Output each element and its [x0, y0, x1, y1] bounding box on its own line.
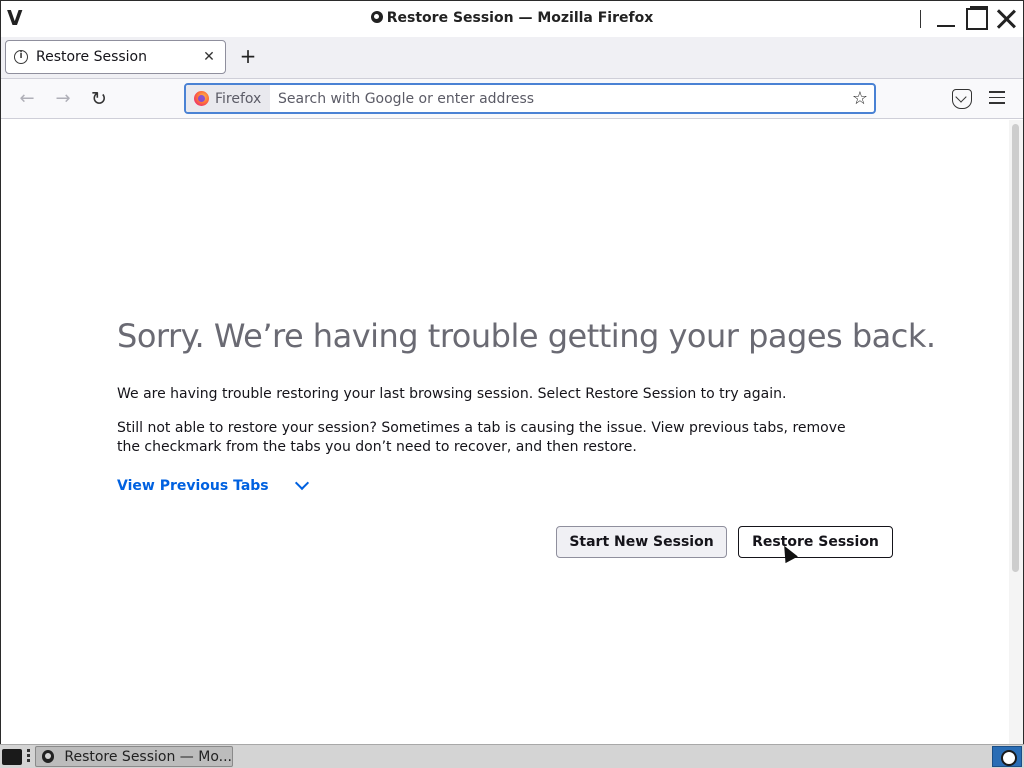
- tab-restore-session[interactable]: i Restore Session ✕: [5, 40, 226, 74]
- taskbar-task-firefox[interactable]: Restore Session — Mo...: [35, 746, 233, 767]
- window-title: Restore Session — Mozilla Firefox: [1, 10, 1023, 26]
- menu-hamburger-icon[interactable]: [989, 91, 1005, 105]
- forward-button[interactable]: →: [51, 87, 75, 111]
- scrollbar-thumb[interactable]: [1012, 124, 1019, 572]
- taskbar-handle-icon[interactable]: [27, 749, 31, 763]
- url-bar[interactable]: Firefox ☆: [184, 83, 876, 114]
- identity-label: Firefox: [215, 90, 262, 107]
- taskbar: Restore Session — Mo...: [0, 744, 1024, 768]
- chevron-down-icon: [294, 475, 309, 491]
- error-title: Sorry. We’re having trouble getting your…: [117, 317, 936, 355]
- maximize-button[interactable]: [961, 5, 991, 33]
- folder-icon[interactable]: [2, 749, 22, 765]
- tray-app-icon[interactable]: [992, 746, 1022, 767]
- tab-close-icon[interactable]: ✕: [201, 49, 217, 65]
- window-controls: [920, 5, 1021, 33]
- title-bar: V Restore Session — Mozilla Firefox: [1, 1, 1023, 37]
- address-input[interactable]: [270, 85, 846, 112]
- view-previous-tabs-link[interactable]: View Previous Tabs: [117, 475, 309, 494]
- taskbar-task-label: Restore Session — Mo...: [64, 748, 232, 765]
- error-hint: Still not able to restore your session? …: [117, 420, 846, 455]
- navigation-bar: ← → ↻ Firefox ☆: [1, 79, 1023, 119]
- view-previous-tabs-label: View Previous Tabs: [117, 478, 269, 494]
- window-title-text: Restore Session — Mozilla Firefox: [386, 10, 654, 26]
- firefox-icon: [370, 11, 383, 23]
- back-button[interactable]: ←: [15, 87, 39, 111]
- reload-button[interactable]: ↻: [87, 87, 111, 111]
- close-window-button[interactable]: [991, 5, 1021, 33]
- start-new-session-button[interactable]: Start New Session: [556, 526, 727, 558]
- page-content: Sorry. We’re having trouble getting your…: [1, 120, 1009, 744]
- firefox-logo-icon: [194, 91, 209, 106]
- identity-box[interactable]: Firefox: [186, 85, 270, 112]
- window-controls-separator: [920, 10, 921, 28]
- tab-label: Restore Session: [36, 49, 147, 65]
- bookmark-star-icon[interactable]: ☆: [846, 85, 874, 112]
- new-tab-button[interactable]: +: [237, 45, 259, 69]
- vertical-scrollbar[interactable]: [1009, 120, 1023, 744]
- error-description: We are having trouble restoring your las…: [117, 386, 787, 402]
- tab-bar: i Restore Session ✕ +: [1, 37, 1023, 79]
- browser-window: V Restore Session — Mozilla Firefox i Re…: [0, 0, 1024, 744]
- firefox-task-icon: [42, 750, 55, 763]
- pocket-icon[interactable]: [952, 89, 972, 109]
- minimize-button[interactable]: [931, 5, 961, 33]
- info-icon: i: [14, 50, 28, 64]
- restore-session-button[interactable]: Restore Session: [738, 526, 893, 558]
